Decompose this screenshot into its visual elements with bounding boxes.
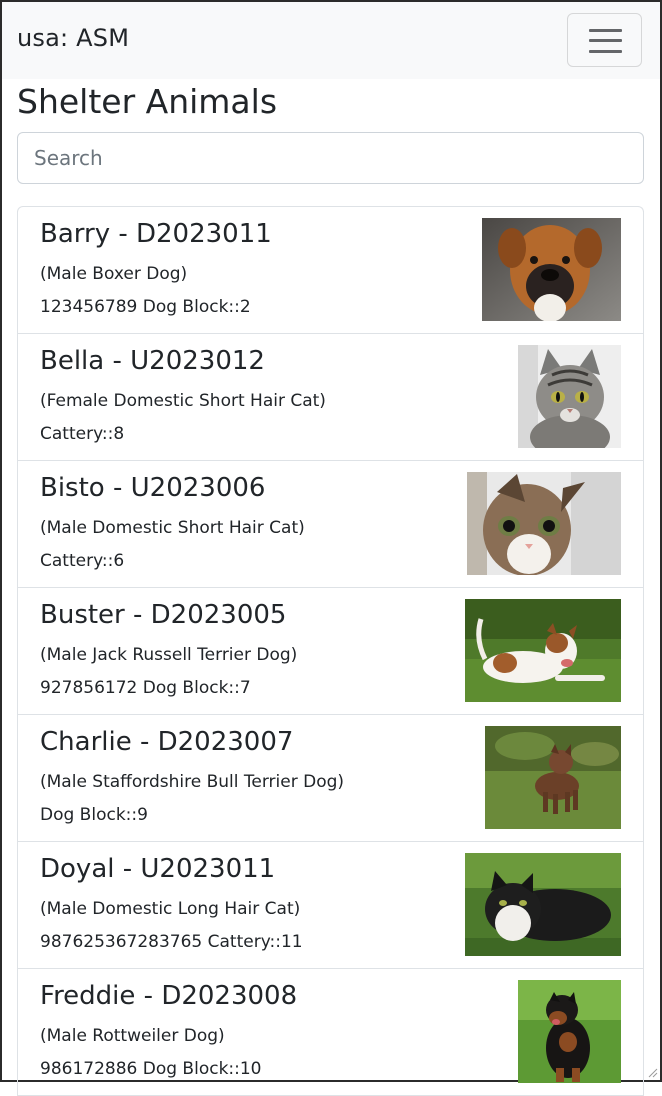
animal-name: Buster - D2023005 — [40, 600, 287, 630]
animal-name: Bisto - U2023006 — [40, 473, 266, 503]
animal-description: (Male Domestic Long Hair Cat) — [40, 899, 301, 919]
animal-list-item[interactable]: Bisto - U2023006 (Male Domestic Short Ha… — [18, 461, 643, 588]
search-input[interactable] — [17, 132, 644, 184]
animal-location: 986172886 Dog Block::10 — [40, 1059, 262, 1079]
staffy-photo — [485, 726, 621, 829]
animal-location: 987625367283765 Cattery::11 — [40, 932, 303, 952]
animal-list-item[interactable]: Bella - U2023012 (Female Domestic Short … — [18, 334, 643, 461]
animal-description: (Male Staffordshire Bull Terrier Dog) — [40, 772, 345, 792]
boxer-dog-photo — [482, 218, 621, 321]
resize-handle-icon[interactable] — [646, 1066, 658, 1078]
animal-list-item[interactable]: Doyal - U2023011 (Male Domestic Long Hai… — [18, 842, 643, 969]
longhair-cat-photo — [465, 853, 621, 956]
animal-description: (Female Domestic Short Hair Cat) — [40, 391, 326, 411]
navbar: usa: ASM — [2, 2, 660, 79]
animal-list-item[interactable]: Buster - D2023005 (Male Jack Russell Ter… — [18, 588, 643, 715]
animal-list-item[interactable]: Charlie - D2023007 (Male Staffordshire B… — [18, 715, 643, 842]
animal-name: Freddie - D2023008 — [40, 981, 298, 1011]
animal-list: Barry - D2023011 (Male Boxer Dog) 123456… — [17, 206, 644, 1096]
animal-name: Bella - U2023012 — [40, 346, 265, 376]
rottweiler-photo — [518, 980, 621, 1083]
animal-location: Cattery::6 — [40, 551, 125, 571]
animal-list-item[interactable]: Freddie - D2023008 (Male Rottweiler Dog)… — [18, 969, 643, 1096]
navbar-toggle-button[interactable] — [567, 13, 642, 67]
animal-name: Doyal - U2023011 — [40, 854, 276, 884]
animal-list-item[interactable]: Barry - D2023011 (Male Boxer Dog) 123456… — [18, 207, 643, 334]
animal-description: (Male Boxer Dog) — [40, 264, 188, 284]
animal-location: Cattery::8 — [40, 424, 125, 444]
animal-location: 927856172 Dog Block::7 — [40, 678, 251, 698]
jack-russell-photo — [465, 599, 621, 702]
tabby-cat-photo — [518, 345, 621, 448]
animal-description: (Male Rottweiler Dog) — [40, 1026, 225, 1046]
animal-location: Dog Block::9 — [40, 805, 148, 825]
animal-description: (Male Domestic Short Hair Cat) — [40, 518, 305, 538]
page-title: Shelter Animals — [17, 82, 278, 121]
kitten-peeking-photo — [467, 472, 621, 575]
navbar-brand[interactable]: usa: ASM — [17, 24, 129, 52]
animal-description: (Male Jack Russell Terrier Dog) — [40, 645, 298, 665]
animal-location: 123456789 Dog Block::2 — [40, 297, 251, 317]
animal-name: Barry - D2023011 — [40, 219, 272, 249]
animal-name: Charlie - D2023007 — [40, 727, 294, 757]
